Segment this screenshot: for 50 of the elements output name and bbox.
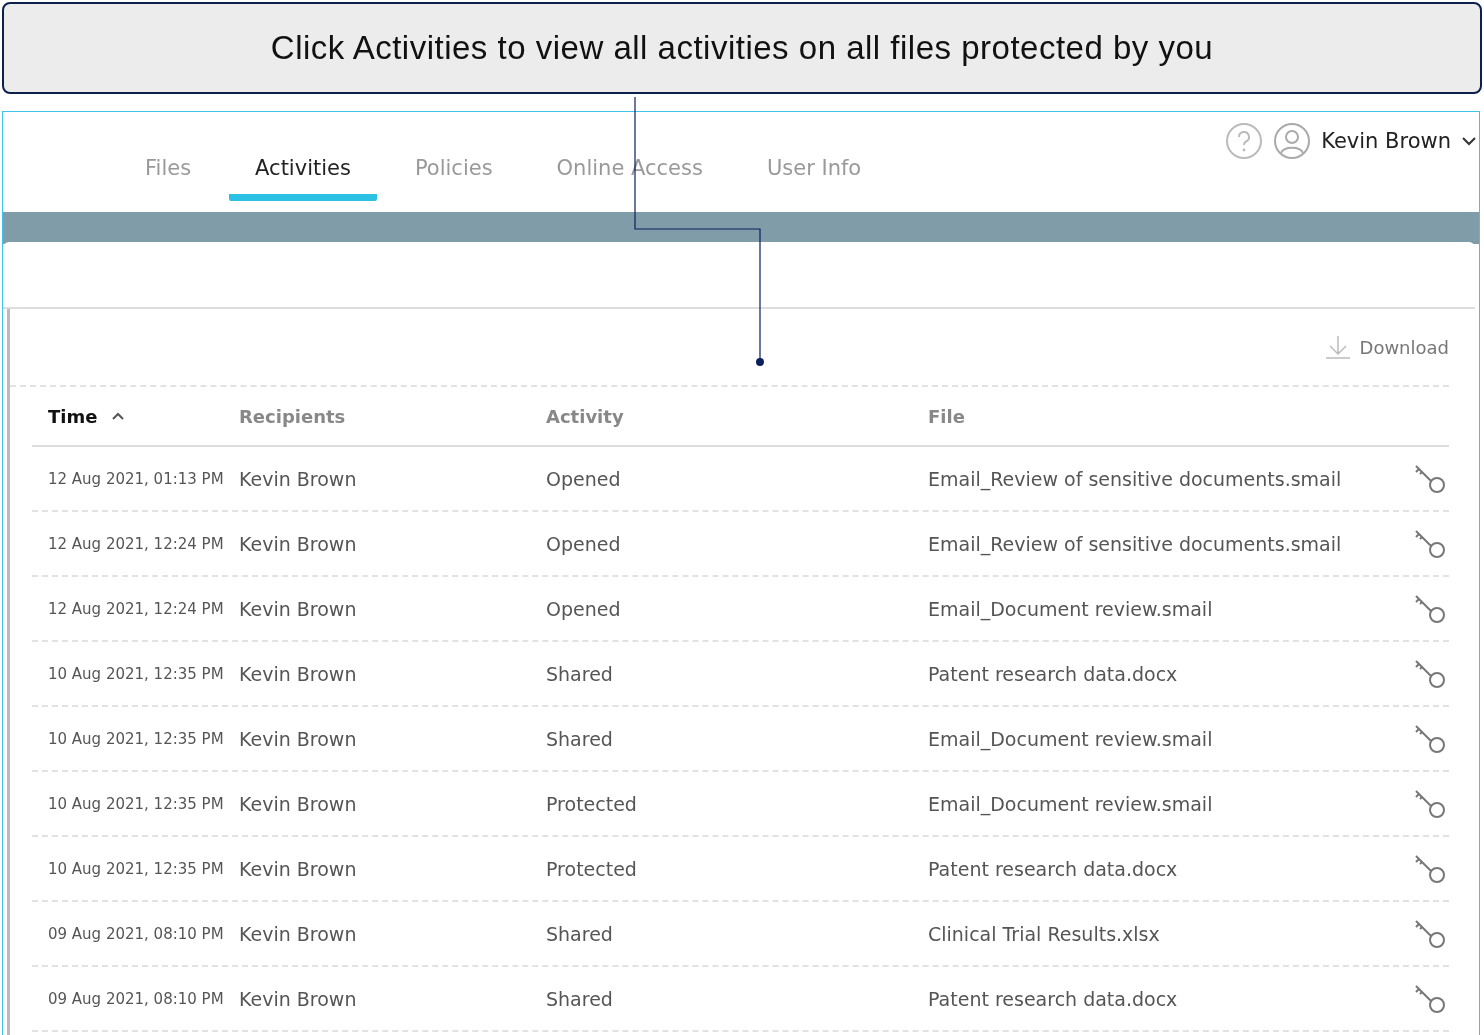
recipient-cell-text: Kevin Brown [239,467,358,490]
recipient-cell-text: Kevin Brown [239,532,358,555]
recipient-cell-text: Kevin Brown [239,987,358,1010]
activity-cell-text: Shared [546,662,614,685]
activity-cell-text: Opened [546,467,622,490]
file-name-cell-text: Clinical Trial Results.xlsx [928,922,1161,945]
file-name-cell-text: Email_Document review.smail [928,727,1214,750]
column-header[interactable]: File [928,405,1449,427]
caret-up-icon[interactable] [111,411,126,421]
nav-tab[interactable]: Policies [388,152,519,201]
file-name-cell-text: Email_Document review.smail [928,597,1214,620]
time-cell-text: 09 Aug 2021, 08:10 PM [47,924,225,943]
activity-cell-text: Opened [546,597,622,620]
time-cell-text: 12 Aug 2021, 12:24 PM [47,599,225,618]
time-cell-text: 12 Aug 2021, 01:13 PM [47,469,225,488]
user-name[interactable]: Kevin Brown [1321,129,1451,153]
activity-cell-text: Shared [546,922,614,945]
callout-box: Click Activities to view all activities on all files protected by you [2,2,1482,94]
file-name-cell-text: Email_Review of sensitive documents.smail [928,467,1343,490]
time-cell-text: 10 Aug 2021, 12:35 PM [47,794,225,813]
time-cell-text: 10 Aug 2021, 12:35 PM [47,859,225,878]
column-header[interactable]: Time [32,405,239,427]
file-name-cell-text: Patent research data.docx [928,987,1179,1010]
file-name-cell-text: Email_Document review.smail [928,792,1214,815]
time-cell-text: 09 Aug 2021, 08:10 PM [47,989,225,1008]
recipient-cell-text: Kevin Brown [239,857,358,880]
nav-tab[interactable]: Files [119,152,218,201]
download-button[interactable]: Download [1323,334,1449,360]
activity-cell-text: Opened [546,532,622,555]
recipient-cell-text: Kevin Brown [239,597,358,620]
recipient-cell-text: Kevin Brown [239,662,358,685]
recipient-cell-text: Kevin Brown [239,792,358,815]
nav-tab[interactable]: User Info [740,152,888,201]
chevron-down-icon[interactable] [1461,136,1477,146]
activity-cell-text: Protected [546,792,638,815]
column-header[interactable]: Recipients [239,405,546,427]
time-cell-text: 10 Aug 2021, 12:35 PM [47,729,225,748]
activity-cell-text: Shared [546,727,614,750]
file-name-cell-text: Patent research data.docx [928,857,1179,880]
recipient-cell-text: Kevin Brown [239,922,358,945]
activity-cell-text: Shared [546,987,614,1010]
time-cell-text: 12 Aug 2021, 12:24 PM [47,534,225,553]
time-cell-text: 10 Aug 2021, 12:35 PM [47,664,225,683]
nav-tab[interactable]: Activities [229,152,377,201]
user-avatar-icon[interactable] [1273,122,1312,160]
file-name-cell-text: Email_Review of sensitive documents.smail [928,532,1343,555]
activity-cell-text: Protected [546,857,638,880]
file-name-cell-text: Patent research data.docx [928,662,1179,685]
column-header[interactable]: Activity [546,405,928,427]
recipient-cell-text: Kevin Brown [239,727,358,750]
